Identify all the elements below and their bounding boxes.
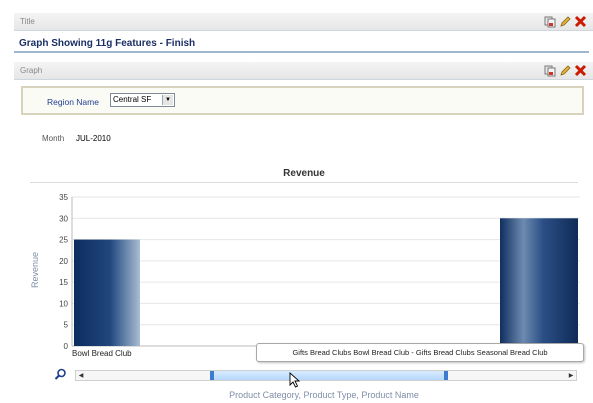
x-tick-label: Bowl Bread Club [72, 349, 132, 358]
chart-title: Revenue [283, 168, 325, 179]
y-tick-label: 5 [64, 321, 69, 330]
zoom-magnifier-icon[interactable] [54, 368, 67, 381]
y-tick-label: 35 [59, 193, 68, 202]
bar-2 [500, 218, 578, 346]
y-axis-label: Revenue [30, 252, 40, 288]
y-tick-label: 15 [59, 278, 68, 287]
y-tick-label: 25 [59, 236, 68, 245]
y-tick-label: 10 [59, 299, 68, 308]
y-tick-label: 30 [59, 214, 68, 223]
bar-1 [74, 239, 140, 346]
y-tick-label: 0 [64, 342, 69, 351]
scrollbar-thumb[interactable] [210, 371, 448, 380]
bar-tooltip: Gifts Bread Clubs Bowl Bread Club - Gift… [256, 343, 584, 362]
scroll-left-arrow-icon[interactable]: ◀ [77, 372, 85, 380]
scroll-right-arrow-icon[interactable]: ▶ [567, 372, 575, 380]
x-axis-label: Product Category, Product Type, Product … [229, 390, 419, 400]
mouse-pointer-icon [289, 372, 301, 388]
chart-scrollbar[interactable]: ◀ ▶ [75, 370, 577, 381]
y-tick-label: 20 [59, 257, 68, 266]
